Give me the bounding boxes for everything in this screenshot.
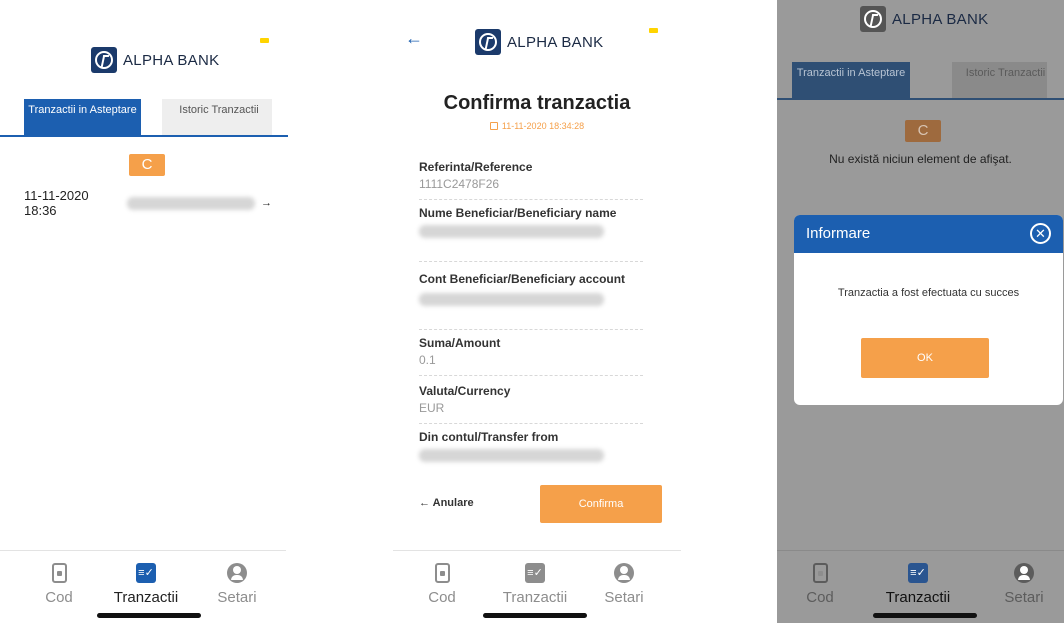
calendar-icon (489, 122, 498, 130)
field-value: 1111C2478F26 (419, 177, 500, 191)
nav-setari-label: Setari (1004, 589, 1044, 606)
field-currency: Valuta/Currency EUR (419, 384, 643, 424)
transaction-date: 11-11-2020 18:34:28 (393, 121, 681, 131)
transaction-row[interactable]: 11-11-2020 18:36 → (24, 188, 272, 218)
nav-tranzactii-label: Tranzactii (502, 589, 568, 606)
tab-history-label: Istoric Tranzactii (179, 104, 259, 116)
empty-message: Nu există niciun element de afişat. (829, 152, 1012, 166)
nav-setari[interactable]: Setari (989, 561, 1059, 606)
transactions-icon: ≡✓ (134, 563, 158, 587)
nav-setari-label: Setari (604, 589, 644, 606)
home-indicator (97, 613, 201, 618)
brand-name: ALPHA BANK (507, 33, 604, 51)
user-icon (1012, 563, 1036, 587)
status-indicator (260, 38, 269, 43)
field-beneficiary-name: Nume Beneficiar/Beneficiary name (419, 206, 643, 262)
refresh-icon: C (141, 156, 153, 173)
alpha-bank-logo: ALPHA BANK (91, 47, 219, 73)
tab-history[interactable]: Istoric Tranzactii (952, 62, 1047, 98)
nav-cod[interactable]: Cod (407, 561, 477, 606)
page-title: Confirma tranzactia (443, 92, 631, 114)
field-value-redacted (419, 449, 604, 462)
chevron-right-icon: → (261, 197, 272, 209)
field-value-redacted (419, 225, 604, 238)
transaction-name-redacted (127, 196, 255, 210)
nav-cod-label: Cod (428, 589, 456, 606)
tabs-underline (0, 135, 288, 137)
nav-tranzactii-label: Tranzactii (885, 589, 951, 606)
field-beneficiary-account: Cont Beneficiar/Beneficiary account (419, 272, 643, 330)
tab-pending[interactable]: Tranzactii in Asteptare (24, 99, 141, 135)
phone-lock-icon (47, 563, 71, 587)
tab-pending-label: Tranzactii in Asteptare (28, 104, 137, 116)
nav-tranzactii[interactable]: ≡✓ Tranzactii (500, 561, 570, 606)
brand-name: ALPHA BANK (123, 51, 220, 69)
transaction-datetime: 11-11-2020 18:34:28 (501, 121, 585, 131)
brand-name: ALPHA BANK (892, 10, 989, 28)
phone-lock-icon (808, 563, 832, 587)
transactions-icon: ≡✓ (523, 563, 547, 587)
alpha-logo-icon (91, 47, 117, 73)
nav-cod-label: Cod (806, 589, 834, 606)
screen-pending-transactions: ALPHA BANK Tranzactii in Asteptare Istor… (0, 0, 300, 623)
refresh-icon: C (917, 122, 929, 139)
status-indicator (649, 28, 658, 33)
info-dialog: Informare ✕ Tranzactia a fost efectuata … (794, 215, 1063, 405)
transaction-datetime: 11-11-2020 18:36 (24, 188, 89, 218)
screen-confirm-transaction: ← ALPHA BANK Confirma tranzactia 11-11-2… (393, 0, 681, 623)
field-value-redacted (419, 293, 604, 306)
nav-tranzactii[interactable]: ≡✓ Tranzactii (111, 561, 181, 606)
dialog-message: Tranzactia a fost efectuata cu succes (837, 287, 1020, 299)
transactions-icon: ≡✓ (906, 563, 930, 587)
nav-tranzactii-label: Tranzactii (113, 589, 179, 606)
field-label: Din contul/Transfer from (419, 430, 559, 444)
alpha-bank-logo: ALPHA BANK (860, 6, 988, 32)
field-value: EUR (419, 401, 445, 415)
nav-cod[interactable]: Cod (785, 561, 855, 606)
field-transfer-from: Din contul/Transfer from (419, 430, 643, 466)
tab-history-label: Istoric Tranzactii (965, 67, 1046, 79)
close-icon[interactable]: ✕ (1030, 223, 1051, 244)
alpha-bank-logo: ALPHA BANK (475, 29, 603, 55)
refresh-button[interactable]: C (129, 154, 165, 176)
screen-info-modal: ALPHA BANK Tranzactii in Asteptare Istor… (777, 0, 1064, 623)
refresh-button[interactable]: C (905, 120, 941, 142)
field-label: Valuta/Currency (419, 384, 511, 398)
nav-setari[interactable]: Setari (202, 561, 272, 606)
dialog-header: Informare ✕ (794, 215, 1063, 253)
tab-pending[interactable]: Tranzactii in Asteptare (792, 62, 910, 98)
nav-cod[interactable]: Cod (24, 561, 94, 606)
field-label: Cont Beneficiar/Beneficiary account (419, 272, 626, 286)
user-icon (225, 563, 249, 587)
alpha-logo-icon (860, 6, 886, 32)
alpha-logo-icon (475, 29, 501, 55)
nav-cod-label: Cod (45, 589, 73, 606)
confirm-button[interactable]: Confirma (540, 485, 662, 523)
user-icon (612, 563, 636, 587)
field-amount: Suma/Amount 0.1 (419, 336, 643, 376)
nav-tranzactii[interactable]: ≡✓ Tranzactii (883, 561, 953, 606)
field-label: Suma/Amount (419, 336, 501, 350)
tabs-underline (777, 98, 1064, 100)
field-value: 0.1 (419, 353, 436, 367)
field-label: Nume Beneficiar/Beneficiary name (419, 206, 617, 220)
home-indicator (483, 613, 587, 618)
tab-pending-label: Tranzactii in Asteptare (796, 67, 906, 79)
nav-setari[interactable]: Setari (589, 561, 659, 606)
home-indicator (873, 613, 977, 618)
field-reference: Referinta/Reference 1111C2478F26 (419, 160, 643, 200)
phone-lock-icon (430, 563, 454, 587)
ok-button[interactable]: OK (861, 338, 989, 378)
dialog-title: Informare (806, 225, 871, 242)
nav-setari-label: Setari (217, 589, 257, 606)
field-label: Referinta/Reference (419, 160, 533, 174)
tab-history[interactable]: Istoric Tranzactii (162, 99, 272, 135)
back-arrow-icon[interactable]: ← (405, 28, 423, 49)
cancel-button[interactable]: ← Anulare (419, 497, 474, 509)
